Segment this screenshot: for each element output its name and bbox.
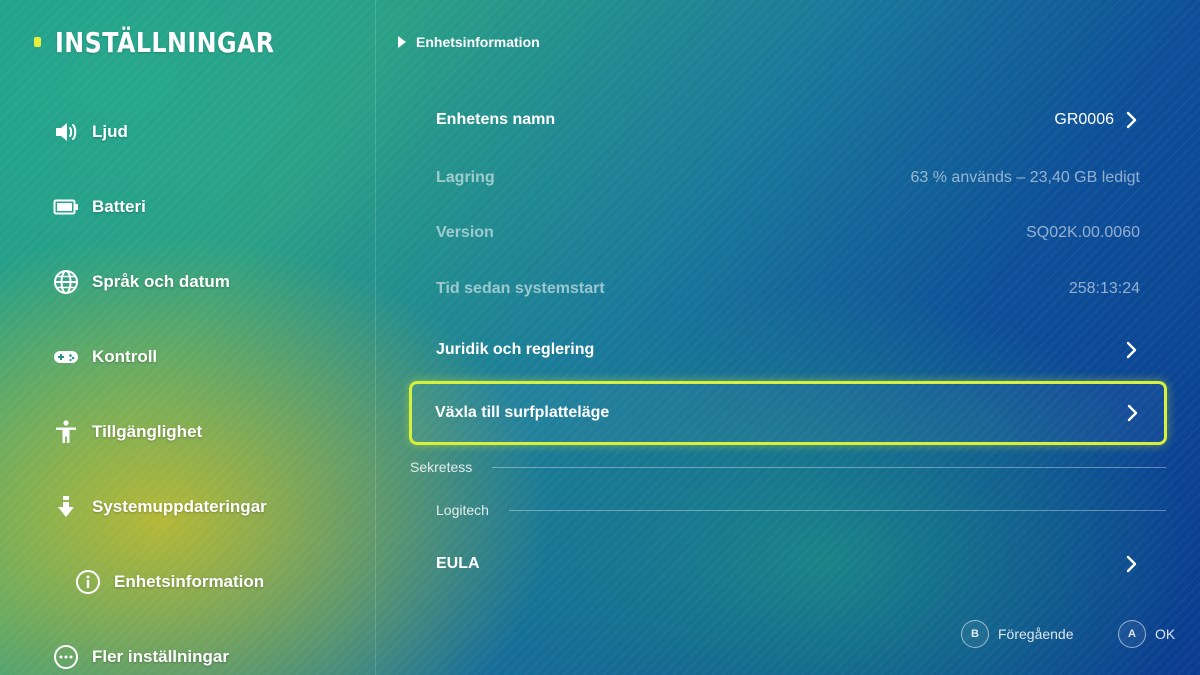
legal-label: Juridik och reglering [436,341,595,358]
privacy-section-label: Sekretess [410,459,473,475]
sidebar-item-systemuppdateringar[interactable]: Systemuppdateringar [52,491,267,523]
section-divider [508,509,1166,511]
breadcrumb: Enhetsinformation [398,32,540,52]
sidebar-item-fler-installningar[interactable]: Fler inställningar [52,641,229,673]
sidebar-item-label: Ljud [92,122,128,141]
eula-label: EULA [436,555,480,572]
more-icon [52,643,80,671]
device-name-label: Enhetens namn [436,111,556,128]
battery-icon [52,193,80,221]
ok-hint-label: OK [1155,626,1176,642]
uptime-label: Tid sedan systemstart [436,280,605,297]
app-title: INSTÄLLNINGAR [34,24,313,60]
b-button-icon: B [961,620,989,648]
tablet-mode-label: Växla till surfplatteläge [435,404,610,421]
sidebar-item-tillganglighet[interactable]: Tillgänglighet [52,416,202,448]
sidebar-item-enhetsinformation[interactable]: Enhetsinformation [74,566,264,598]
logitech-section-header: Logitech [436,502,1166,518]
privacy-section-header: Sekretess [410,459,1166,475]
uptime-row: Tid sedan systemstart 258:13:24 [410,264,1166,314]
accessibility-icon [52,418,80,446]
gamepad-icon [52,343,80,371]
globe-icon [52,268,80,296]
sidebar-item-ljud[interactable]: Ljud [52,116,128,148]
sidebar-item-kontroll[interactable]: Kontroll [52,341,157,373]
version-row: Version SQ02K.00.0060 [410,208,1166,258]
ok-hint[interactable]: A OK [1118,620,1175,648]
sidebar-item-label: Språk och datum [92,272,230,291]
back-hint-label: Föregående [998,626,1074,642]
tablet-mode-row[interactable]: Växla till surfplatteläge [409,381,1167,445]
storage-label: Lagring [436,169,495,186]
storage-row: Lagring 63 % används – 23,40 GB ledigt [410,153,1166,203]
info-icon [74,568,102,596]
chevron-right-icon [1124,554,1140,574]
sidebar: INSTÄLLNINGAR Ljud Batteri Språk och dat… [0,0,376,675]
back-hint[interactable]: B Föregående [961,620,1074,648]
sidebar-item-label: Tillgänglighet [92,422,203,441]
play-arrow-icon [398,36,406,48]
chevron-right-icon [1125,403,1141,423]
device-name-row[interactable]: Enhetens namn GR0006 [410,95,1166,145]
eula-row[interactable]: EULA [410,539,1166,589]
chevron-right-icon [1124,110,1140,130]
speaker-icon [52,118,80,146]
sidebar-item-label: Systemuppdateringar [92,497,267,516]
chevron-right-icon [1124,340,1140,360]
sidebar-item-label: Fler inställningar [92,647,229,666]
sidebar-item-label: Batteri [92,197,146,216]
logitech-section-label: Logitech [436,502,489,518]
version-value: SQ02K.00.0060 [1026,224,1140,241]
version-label: Version [436,224,494,241]
sidebar-item-sprak-och-datum[interactable]: Språk och datum [52,266,230,298]
section-divider [492,466,1166,468]
sidebar-item-label: Enhetsinformation [114,572,265,591]
title-indicator-dot [34,37,41,47]
a-button-icon: A [1118,620,1146,648]
storage-value: 63 % används – 23,40 GB ledigt [910,169,1141,186]
sidebar-item-label: Kontroll [92,347,158,366]
device-name-value: GR0006 [1054,111,1114,128]
app-title-text: INSTÄLLNINGAR [55,25,275,59]
sidebar-item-batteri[interactable]: Batteri [52,191,146,223]
download-arrow-icon [52,493,80,521]
breadcrumb-label: Enhetsinformation [416,34,540,50]
uptime-value: 258:13:24 [1068,280,1140,297]
legal-row[interactable]: Juridik och reglering [410,325,1166,375]
